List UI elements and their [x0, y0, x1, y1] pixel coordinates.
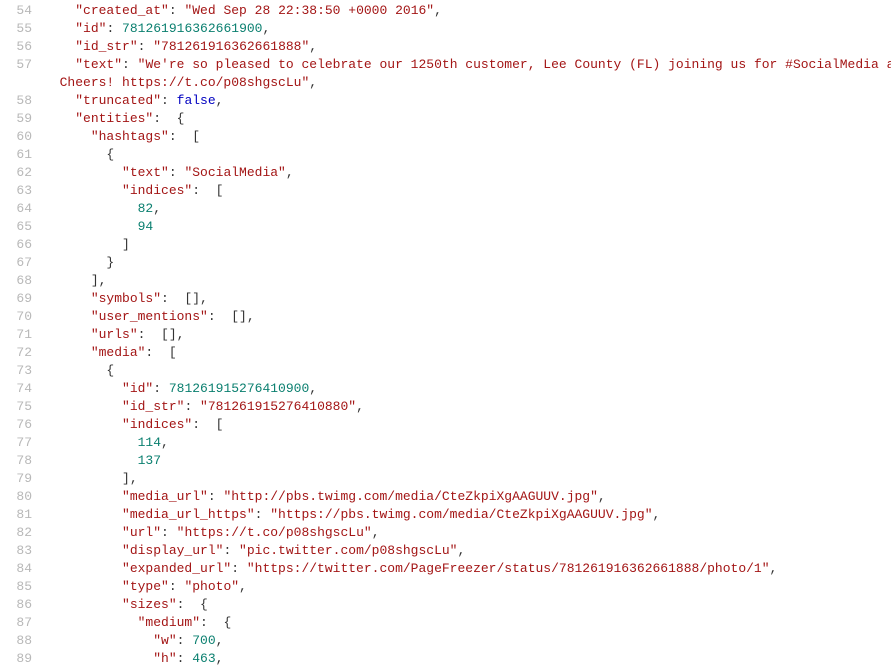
code-line: {: [44, 146, 891, 164]
code-line: 114,: [44, 434, 891, 452]
code-line: "entities": {: [44, 110, 891, 128]
line-number: 76: [0, 416, 32, 434]
line-number: 73: [0, 362, 32, 380]
code-line: "h": 463,: [44, 650, 891, 668]
line-number-gutter: 54555657 58596061626364656667686970717273…: [0, 0, 40, 661]
code-line: "urls": [],: [44, 326, 891, 344]
code-line: 82,: [44, 200, 891, 218]
code-line: "id": 781261915276410900,: [44, 380, 891, 398]
code-line: 137: [44, 452, 891, 470]
code-line: "indices": [: [44, 182, 891, 200]
code-line: "truncated": false,: [44, 92, 891, 110]
line-number: 62: [0, 164, 32, 182]
code-line: ]: [44, 236, 891, 254]
line-number: 56: [0, 38, 32, 56]
code-line: "sizes": {: [44, 596, 891, 614]
code-line: "indices": [: [44, 416, 891, 434]
line-number: 78: [0, 452, 32, 470]
line-number: 55: [0, 20, 32, 38]
line-number: 60: [0, 128, 32, 146]
code-area[interactable]: "created_at": "Wed Sep 28 22:38:50 +0000…: [40, 0, 891, 661]
line-number-continuation: [0, 74, 32, 92]
line-number: 83: [0, 542, 32, 560]
line-number: 63: [0, 182, 32, 200]
line-number: 81: [0, 506, 32, 524]
code-line: "created_at": "Wed Sep 28 22:38:50 +0000…: [44, 2, 891, 20]
code-line: 94: [44, 218, 891, 236]
line-number: 86: [0, 596, 32, 614]
line-number: 70: [0, 308, 32, 326]
code-line: "media_url_https": "https://pbs.twimg.co…: [44, 506, 891, 524]
line-number: 74: [0, 380, 32, 398]
code-line: "expanded_url": "https://twitter.com/Pag…: [44, 560, 891, 578]
code-line: "hashtags": [: [44, 128, 891, 146]
line-number: 64: [0, 200, 32, 218]
code-line: "media": [: [44, 344, 891, 362]
code-line: "url": "https://t.co/p08shgscLu",: [44, 524, 891, 542]
line-number: 66: [0, 236, 32, 254]
code-line: "type": "photo",: [44, 578, 891, 596]
code-editor: 54555657 58596061626364656667686970717273…: [0, 0, 891, 661]
code-line: "id": 781261916362661900,: [44, 20, 891, 38]
line-number: 58: [0, 92, 32, 110]
line-number: 65: [0, 218, 32, 236]
line-number: 82: [0, 524, 32, 542]
code-line: ],: [44, 470, 891, 488]
line-number: 87: [0, 614, 32, 632]
line-number: 75: [0, 398, 32, 416]
line-number: 84: [0, 560, 32, 578]
line-number: 54: [0, 2, 32, 20]
code-line: "text": "We're so pleased to celebrate o…: [44, 56, 891, 74]
code-line: "medium": {: [44, 614, 891, 632]
line-number: 72: [0, 344, 32, 362]
code-line: "user_mentions": [],: [44, 308, 891, 326]
line-number: 80: [0, 488, 32, 506]
code-line: "id_str": "781261915276410880",: [44, 398, 891, 416]
line-number: 79: [0, 470, 32, 488]
code-line: "w": 700,: [44, 632, 891, 650]
code-line: "symbols": [],: [44, 290, 891, 308]
code-line: "text": "SocialMedia",: [44, 164, 891, 182]
line-number: 57: [0, 56, 32, 74]
line-number: 71: [0, 326, 32, 344]
code-line: {: [44, 362, 891, 380]
line-number: 67: [0, 254, 32, 272]
line-number: 85: [0, 578, 32, 596]
line-number: 88: [0, 632, 32, 650]
line-number: 77: [0, 434, 32, 452]
code-line: "display_url": "pic.twitter.com/p08shgsc…: [44, 542, 891, 560]
line-number: 61: [0, 146, 32, 164]
line-number: 89: [0, 650, 32, 668]
code-line: ],: [44, 272, 891, 290]
code-line: }: [44, 254, 891, 272]
line-number: 69: [0, 290, 32, 308]
code-line: "media_url": "http://pbs.twimg.com/media…: [44, 488, 891, 506]
code-line: "id_str": "781261916362661888",: [44, 38, 891, 56]
line-number: 68: [0, 272, 32, 290]
line-number: 59: [0, 110, 32, 128]
code-line: Cheers! https://t.co/p08shgscLu",: [44, 74, 891, 92]
